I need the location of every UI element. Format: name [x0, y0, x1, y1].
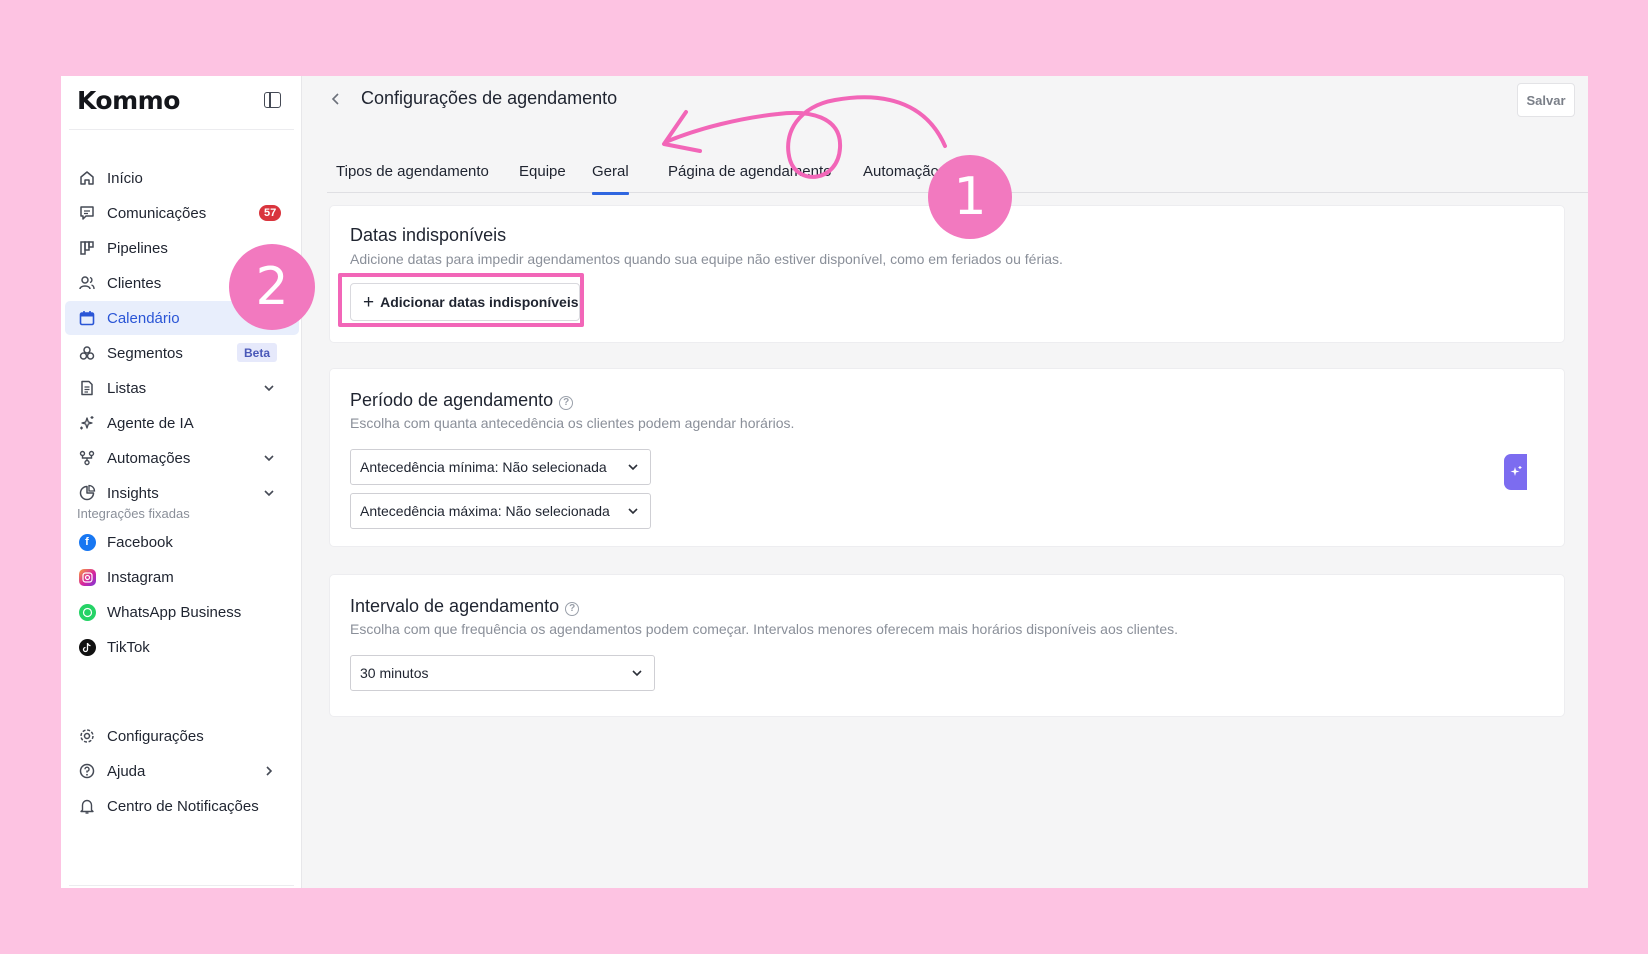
sidebar-item-notificacoes[interactable]: Centro de Notificações: [65, 789, 299, 823]
min-advance-value: Antecedência mínima: Não selecionada: [360, 459, 607, 475]
unavailable-dates-title: Datas indisponíveis: [350, 225, 507, 245]
page-title: Configurações de agendamento: [361, 88, 618, 108]
gear-icon: [77, 726, 97, 746]
sidebar-item-inicio[interactable]: Início: [65, 161, 299, 195]
users-icon: [77, 273, 97, 293]
sidebar-item-configuracoes[interactable]: Configurações: [65, 719, 299, 753]
max-advance-value: Antecedência máxima: Não selecionada: [360, 503, 610, 519]
unread-count-badge: 57: [259, 205, 282, 221]
sidebar-item-whatsapp[interactable]: WhatsApp Business: [65, 595, 299, 629]
tab-pagina-de-agendamento[interactable]: Página de agendamento: [668, 156, 831, 193]
sparkle-icon: [1510, 466, 1521, 476]
sidebar-item-label: Agente de IA: [107, 414, 194, 432]
save-button[interactable]: Salvar: [1517, 83, 1575, 117]
sidebar-item-label: Clientes: [107, 274, 162, 292]
chevron-down-icon[interactable]: [261, 380, 277, 396]
sidebar-item-label: Listas: [107, 379, 147, 397]
sidebar: Kommo Início Comunicações 57 Pipelines C…: [61, 76, 302, 888]
plus-icon: +: [363, 291, 375, 313]
sidebar-item-label: Insights: [107, 484, 159, 502]
help-circle-icon: [77, 761, 97, 781]
chevron-down-icon: [628, 464, 638, 471]
sidebar-item-label: Pipelines: [107, 239, 168, 257]
scheduling-period-card: Período de agendamento? Escolha com quan…: [329, 368, 1565, 547]
scheduling-period-title-row: Período de agendamento?: [350, 390, 574, 411]
tab-tipos-de-agendamento[interactable]: Tipos de agendamento: [336, 156, 489, 193]
sidebar-item-label: Instagram: [107, 568, 174, 586]
sidebar-item-label: Automações: [107, 449, 191, 467]
sidebar-item-ajuda[interactable]: Ajuda: [65, 754, 299, 788]
back-chevron-icon[interactable]: [328, 91, 344, 107]
min-advance-select[interactable]: Antecedência mínima: Não selecionada: [350, 449, 651, 485]
sidebar-divider: [69, 129, 294, 130]
step-2-marker: 2: [229, 244, 315, 330]
beta-badge: Beta: [237, 343, 278, 362]
tab-geral[interactable]: Geral: [582, 156, 629, 195]
sidebar-item-automacoes[interactable]: Automações: [65, 441, 299, 475]
chevron-down-icon: [632, 670, 642, 677]
pie-chart-icon: [77, 483, 97, 503]
whatsapp-icon: [77, 602, 97, 622]
tab-automacao[interactable]: Automação: [863, 156, 939, 193]
scheduling-period-description: Escolha com quanta antecedência os clien…: [350, 415, 795, 431]
unavailable-dates-description: Adicione datas para impedir agendamentos…: [350, 251, 1063, 267]
kommo-logo: Kommo: [77, 86, 180, 115]
scheduling-interval-title: Intervalo de agendamento: [350, 596, 560, 616]
list-icon: [77, 378, 97, 398]
question-mark-icon[interactable]: ?: [565, 601, 580, 616]
interval-value: 30 minutos: [360, 665, 429, 681]
sidebar-item-label: Configurações: [107, 727, 204, 745]
ai-assistant-tab[interactable]: [1504, 454, 1527, 490]
step-1-marker: 1: [928, 155, 1012, 239]
facebook-icon: f: [77, 532, 97, 552]
chevron-down-icon[interactable]: [261, 450, 277, 466]
sidebar-collapse-icon[interactable]: [264, 92, 281, 108]
sidebar-item-label: Segmentos: [107, 344, 183, 362]
tiktok-icon: [77, 637, 97, 657]
app-window: Kommo Início Comunicações 57 Pipelines C…: [61, 76, 1588, 888]
sidebar-item-instagram[interactable]: Instagram: [65, 560, 299, 594]
chevron-down-icon[interactable]: [261, 485, 277, 501]
chevron-down-icon: [628, 508, 638, 515]
sidebar-item-label: Comunicações: [107, 204, 207, 222]
chevron-right-icon[interactable]: [261, 763, 277, 779]
sidebar-item-label: Início: [107, 169, 143, 187]
sidebar-item-tiktok[interactable]: TikTok: [65, 630, 299, 664]
sidebar-divider: [69, 885, 294, 886]
calendar-icon: [77, 308, 97, 328]
bell-icon: [77, 796, 97, 816]
chat-icon: [77, 203, 97, 223]
tab-equipe[interactable]: Equipe: [519, 156, 566, 193]
interval-select[interactable]: 30 minutos: [350, 655, 655, 691]
sidebar-item-label: Centro de Notificações: [107, 797, 259, 815]
question-mark-icon[interactable]: ?: [559, 395, 574, 410]
scheduling-period-title: Período de agendamento: [350, 390, 554, 410]
sidebar-item-listas[interactable]: Listas: [65, 371, 299, 405]
segments-icon: [77, 343, 97, 363]
home-icon: [77, 168, 97, 188]
scheduling-interval-description: Escolha com que frequência os agendament…: [350, 621, 1178, 637]
sidebar-item-label: Calendário: [107, 309, 180, 327]
add-unavailable-dates-button[interactable]: + Adicionar datas indisponíveis: [350, 283, 580, 321]
sidebar-item-label: TikTok: [107, 638, 150, 656]
scheduling-interval-title-row: Intervalo de agendamento?: [350, 596, 580, 617]
sidebar-item-segmentos[interactable]: Segmentos Beta: [65, 336, 299, 370]
pinned-integrations-label: Integrações fixadas: [77, 506, 190, 521]
sidebar-item-insights[interactable]: Insights: [65, 476, 299, 510]
instagram-icon: [77, 567, 97, 587]
sidebar-item-facebook[interactable]: f Facebook: [65, 525, 299, 559]
add-unavailable-dates-label: Adicionar datas indisponíveis: [380, 294, 579, 310]
sidebar-item-label: WhatsApp Business: [107, 603, 242, 621]
sidebar-item-label: Facebook: [107, 533, 173, 551]
sidebar-item-agente-ia[interactable]: Agente de IA: [65, 406, 299, 440]
sparkle-icon: [77, 413, 97, 433]
max-advance-select[interactable]: Antecedência máxima: Não selecionada: [350, 493, 651, 529]
pipeline-icon: [77, 238, 97, 258]
sidebar-item-comunicacoes[interactable]: Comunicações 57: [65, 196, 299, 230]
automation-icon: [77, 448, 97, 468]
sidebar-item-label: Ajuda: [107, 762, 146, 780]
scheduling-interval-card: Intervalo de agendamento? Escolha com qu…: [329, 574, 1565, 717]
